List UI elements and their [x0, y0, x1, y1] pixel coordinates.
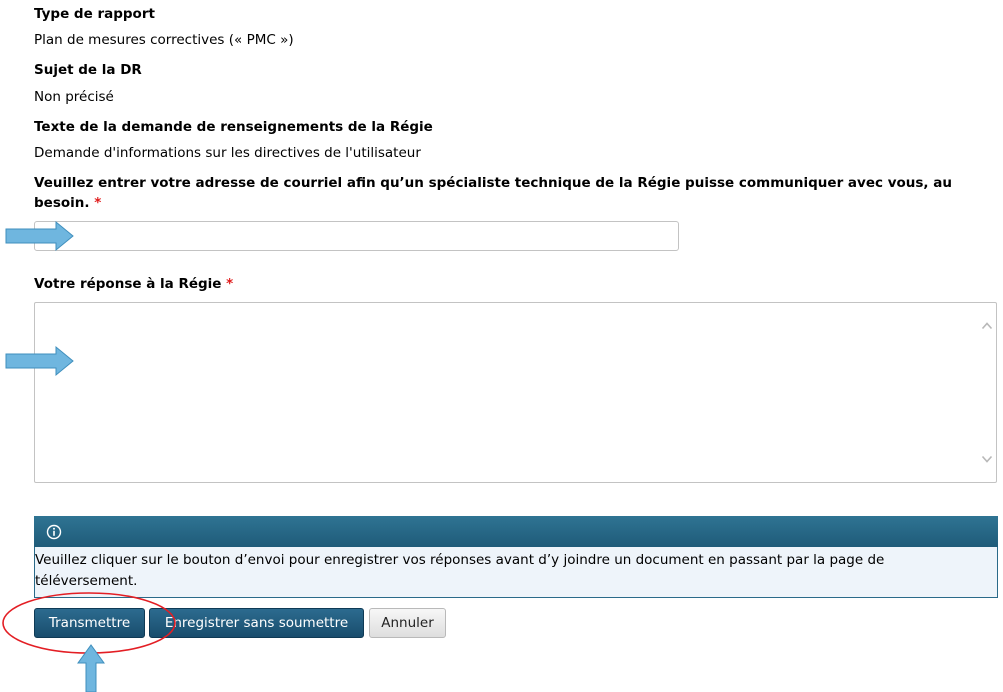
reponse-textarea-container	[34, 302, 997, 483]
type-rapport-label: Type de rapport	[34, 6, 155, 22]
type-rapport-value: Plan de mesures correctives (« PMC »)	[34, 32, 294, 48]
texte-demande-label: Texte de la demande de renseignements de…	[34, 119, 433, 135]
sujet-dr-value: Non précisé	[34, 89, 114, 105]
info-box-body: Veuillez cliquer sur le bouton d’envoi p…	[34, 547, 998, 598]
cancel-button[interactable]: Annuler	[369, 608, 446, 638]
reponse-required-marker: *	[226, 276, 234, 292]
reponse-label: Votre réponse à la Régie *	[34, 274, 233, 294]
info-box-header	[34, 516, 998, 547]
reponse-label-text: Votre réponse à la Régie	[34, 276, 222, 292]
email-required-marker: *	[94, 195, 102, 211]
annotation-arrow-submit	[77, 644, 105, 692]
sujet-dr-label: Sujet de la DR	[34, 62, 142, 78]
scroll-down-icon[interactable]	[981, 453, 993, 465]
info-message: Veuillez cliquer sur le bouton d’envoi p…	[35, 552, 885, 589]
email-input[interactable]	[34, 221, 679, 251]
texte-demande-value: Demande d'informations sur les directive…	[34, 145, 421, 161]
reponse-textarea[interactable]	[35, 303, 980, 482]
submit-button[interactable]: Transmettre	[34, 608, 145, 638]
scroll-up-icon[interactable]	[981, 320, 993, 332]
save-without-submit-button[interactable]: Enregistrer sans soumettre	[149, 608, 364, 638]
info-icon	[46, 524, 62, 540]
reponse-scrollbar[interactable]	[978, 303, 996, 482]
email-label: Veuillez entrer votre adresse de courrie…	[34, 173, 984, 213]
email-label-text: Veuillez entrer votre adresse de courrie…	[34, 175, 952, 211]
